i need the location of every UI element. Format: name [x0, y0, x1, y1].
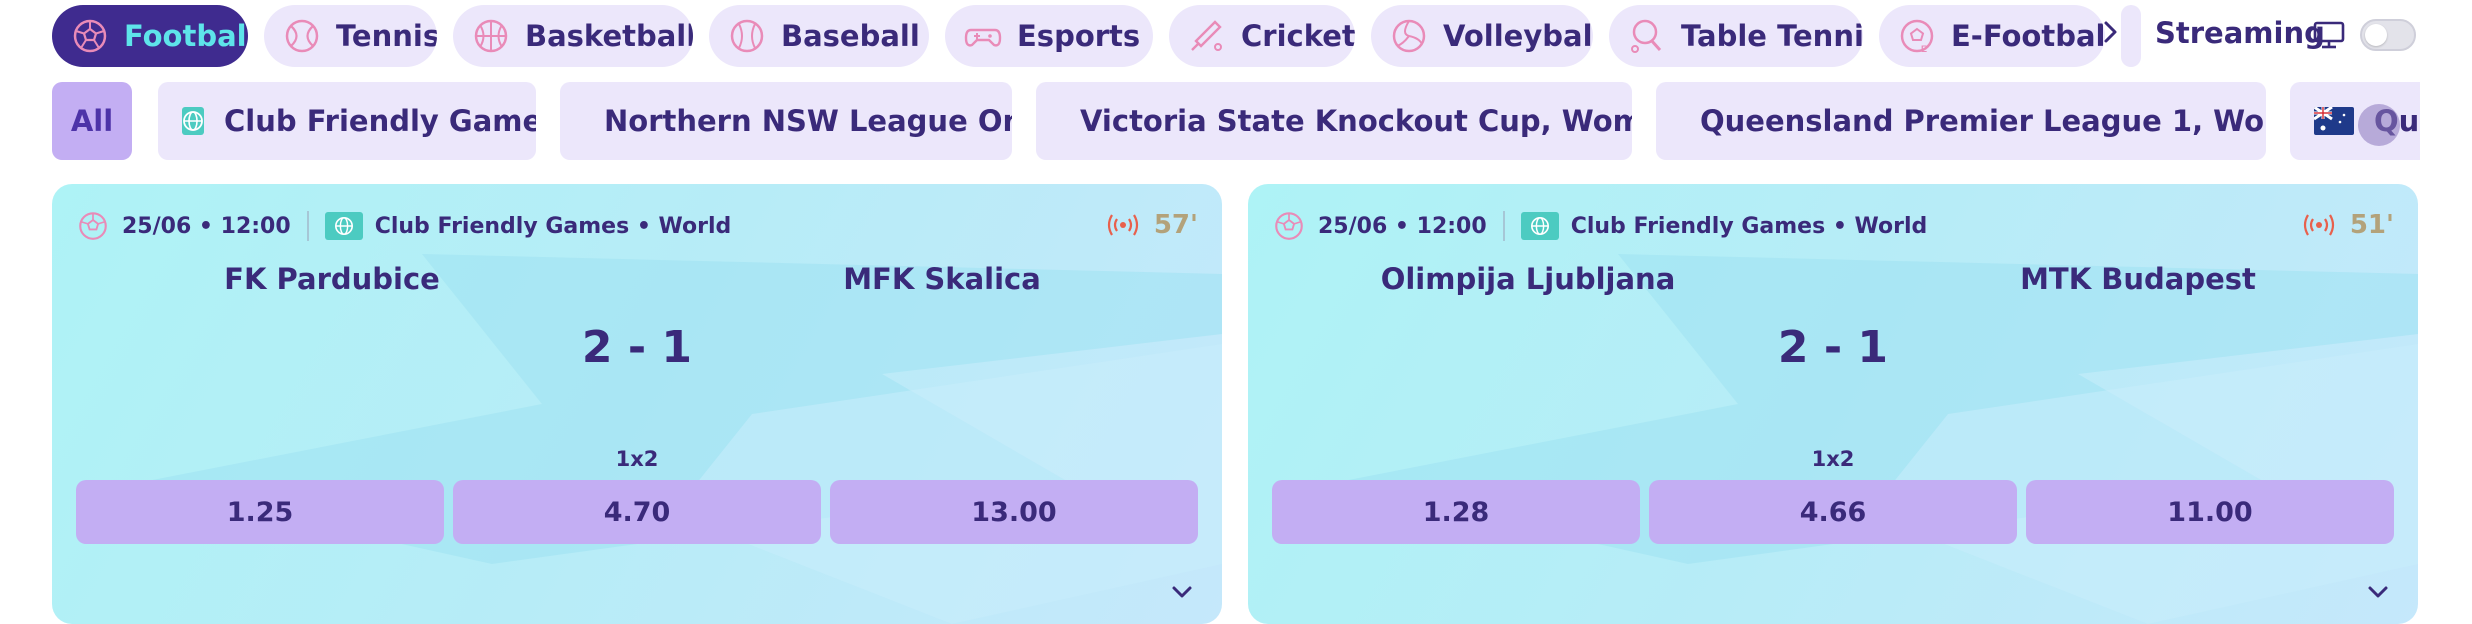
home-team: Olimpija Ljubljana	[1380, 262, 1676, 296]
home-team: FK Pardubice	[224, 262, 440, 296]
globe-icon	[324, 212, 363, 240]
odd-button-home[interactable]: 1.28	[1272, 480, 1640, 544]
league-scroll-button[interactable]	[2358, 104, 2400, 146]
tab-label: E-Football	[1951, 19, 2105, 53]
tab-basketball[interactable]: Basketball	[453, 5, 693, 67]
odd-button-away[interactable]: 11.00	[2026, 480, 2394, 544]
league-label: Victoria State Knockout Cup, Women	[1080, 104, 1632, 138]
away-team: MFK Skalica	[843, 262, 1041, 296]
table-tennis-icon	[1631, 19, 1662, 53]
football-icon	[73, 19, 107, 53]
divider	[1502, 211, 1505, 241]
tab-football[interactable]: Football	[52, 5, 248, 67]
match-header: 25/06 • 12:00 Club Friendly Games • Worl…	[1272, 208, 1927, 244]
odd-button-home[interactable]: 1.25	[76, 480, 444, 544]
odd-button-draw[interactable]: 4.70	[453, 480, 821, 544]
league-filter-partial[interactable]: Que	[2290, 82, 2420, 160]
tab-esports[interactable]: Esports	[945, 5, 1153, 67]
league-filter-bar: All Club Friendly Games Northern NSW Lea…	[52, 82, 2420, 160]
match-score: 2 - 1	[581, 322, 693, 373]
match-datetime: 25/06 • 12:00	[122, 213, 291, 239]
volleyball-icon	[1392, 19, 1426, 53]
tab-cricket[interactable]: Cricket	[1169, 5, 1355, 67]
globe-icon	[182, 107, 204, 135]
league-label: All	[70, 104, 114, 138]
australia-flag-icon	[2314, 107, 2354, 135]
tab-label: Tennis	[336, 19, 437, 53]
tab-label: Basketball	[525, 19, 693, 53]
odd-button-draw[interactable]: 4.66	[1649, 480, 2017, 544]
streaming-toggle[interactable]	[2360, 19, 2416, 51]
league-label: Northern NSW League One	[604, 104, 1012, 138]
match-card[interactable]: 25/06 • 12:00 Club Friendly Games • Worl…	[52, 184, 1222, 624]
match-minute: 51'	[2349, 210, 2394, 240]
tab-label: Baseball	[781, 19, 920, 53]
match-card[interactable]: 25/06 • 12:00 Club Friendly Games • Worl…	[1248, 184, 2418, 624]
league-label: Queensland Premier League 1, Women	[1700, 104, 2266, 138]
match-competition: Club Friendly Games • World	[374, 213, 732, 239]
match-datetime: 25/06 • 12:00	[1318, 213, 1487, 239]
tab-label: Cricket	[1241, 19, 1355, 53]
live-status: 51'	[2302, 210, 2394, 240]
svg-text:E: E	[1921, 44, 1927, 54]
match-header: 25/06 • 12:00 Club Friendly Games • Worl…	[76, 208, 731, 244]
tab-label: Football	[124, 19, 248, 53]
league-filter-northern-nsw[interactable]: Northern NSW League One	[560, 82, 1012, 160]
match-score: 2 - 1	[1777, 322, 1889, 373]
market-label: 1x2	[1811, 447, 1855, 471]
baseball-icon	[730, 19, 764, 53]
market-label: 1x2	[615, 447, 659, 471]
live-status: 57'	[1106, 210, 1198, 240]
live-broadcast-icon	[1107, 214, 1138, 236]
league-filter-all[interactable]: All	[52, 82, 132, 160]
card-background-shape	[132, 254, 1222, 624]
odd-button-away[interactable]: 13.00	[830, 480, 1198, 544]
tennis-icon	[285, 19, 319, 53]
chevron-down-icon[interactable]	[1168, 582, 1196, 602]
card-background-shape	[1328, 254, 2418, 624]
football-icon	[79, 212, 107, 240]
cricket-icon	[1191, 20, 1222, 51]
e-football-icon: E	[1900, 19, 1934, 54]
tab-label: Esports	[1017, 19, 1141, 53]
match-minute: 57'	[1153, 210, 1198, 240]
globe-icon	[1520, 212, 1559, 240]
tab-e-football[interactable]: E E-Football	[1879, 5, 2105, 67]
toggle-knob	[2365, 24, 2387, 46]
match-competition: Club Friendly Games • World	[1570, 213, 1928, 239]
chevron-right-icon[interactable]	[2095, 14, 2125, 50]
away-team: MTK Budapest	[2020, 262, 2256, 296]
tab-label: Table Tennis	[1681, 19, 1863, 53]
league-filter-club-friendly[interactable]: Club Friendly Games	[158, 82, 536, 160]
streaming-label: Streaming	[2155, 16, 2325, 50]
gamepad-icon	[964, 28, 1002, 47]
tab-table-tennis[interactable]: Table Tennis	[1609, 5, 1863, 67]
tab-label: Volleyball	[1443, 19, 1593, 53]
tab-volleyball[interactable]: Volleyball	[1371, 5, 1593, 67]
league-label: Club Friendly Games	[224, 104, 536, 138]
tab-baseball[interactable]: Baseball	[709, 5, 929, 67]
basketball-icon	[474, 19, 508, 53]
chevron-down-icon[interactable]	[2364, 582, 2392, 602]
live-broadcast-icon	[2303, 214, 2334, 236]
tab-tennis[interactable]: Tennis	[264, 5, 437, 67]
league-filter-queensland[interactable]: Queensland Premier League 1, Women	[1656, 82, 2266, 160]
football-icon	[1275, 212, 1303, 240]
monitor-icon	[2313, 21, 2345, 49]
league-filter-victoria-state[interactable]: Victoria State Knockout Cup, Women	[1036, 82, 1632, 160]
divider	[306, 211, 309, 241]
